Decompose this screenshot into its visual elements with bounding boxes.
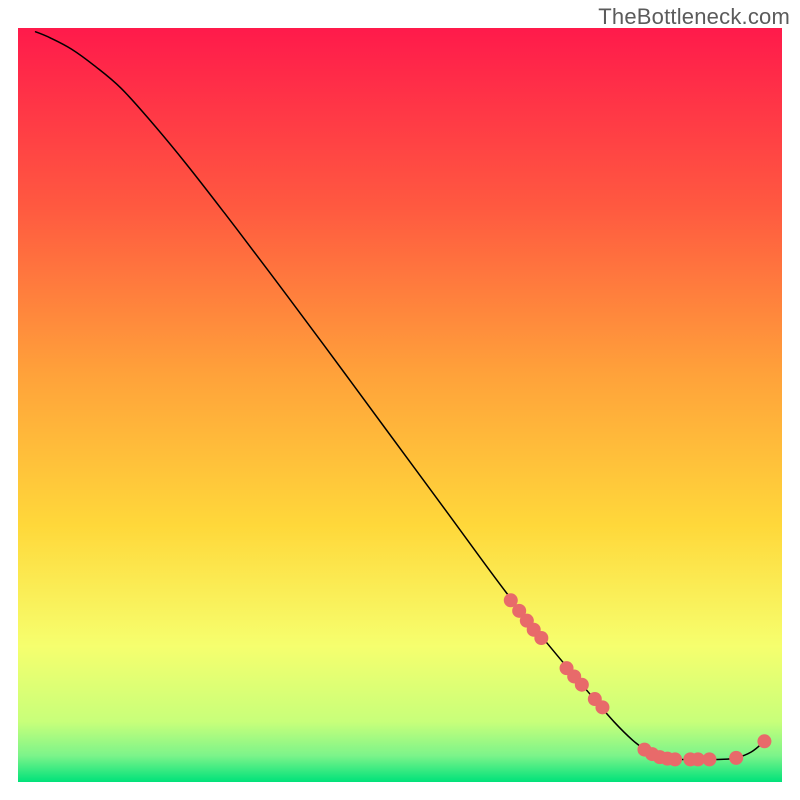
data-marker (575, 678, 589, 692)
data-marker (534, 631, 548, 645)
chart-container: TheBottleneck.com (0, 0, 800, 800)
data-marker (702, 752, 716, 766)
data-marker (668, 752, 682, 766)
data-marker (729, 751, 743, 765)
watermark-label: TheBottleneck.com (598, 4, 790, 30)
plot-background (18, 28, 782, 782)
data-marker (757, 734, 771, 748)
data-marker (595, 700, 609, 714)
chart-plot (0, 0, 800, 800)
